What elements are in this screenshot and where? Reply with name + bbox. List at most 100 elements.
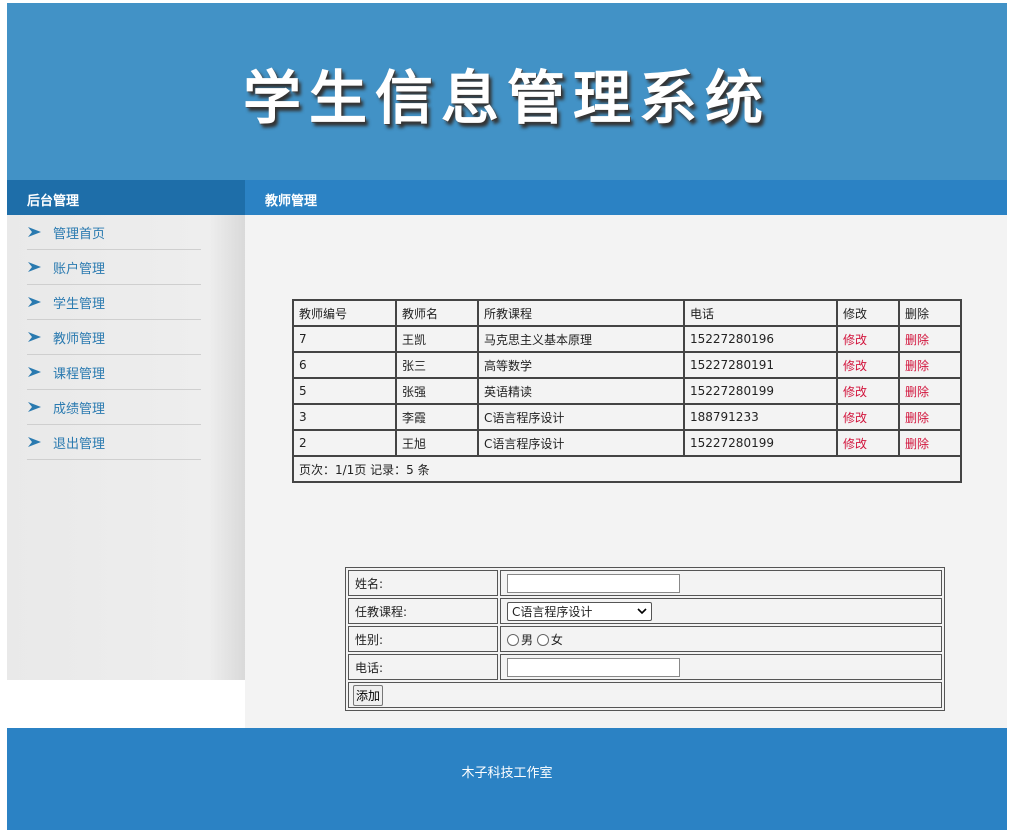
gender-label: 性别: [348, 626, 498, 652]
teacher-phone: 15227280199 [684, 378, 837, 404]
sidebar-heading: 后台管理 [27, 194, 80, 209]
form-row: 性别: 男 女 [348, 626, 942, 652]
phone-cell [500, 654, 942, 680]
pagination-row: 页次：1/1页 记录：5 条 [293, 456, 961, 482]
teacher-id: 5 [293, 378, 396, 404]
sidebar-heading-bar: 后台管理 [7, 180, 245, 215]
pagination-info: 页次：1/1页 记录：5 条 [293, 456, 961, 482]
main-heading-bar: 教师管理 [245, 180, 1007, 215]
add-teacher-form: 姓名: 任教课程: C语言程序设计 性别: 男 女 电话: 添加 [345, 567, 945, 711]
teacher-name: 张强 [396, 378, 478, 404]
gender-male-radio[interactable] [507, 634, 519, 646]
gender-female-radio[interactable] [536, 634, 549, 646]
arrow-right-icon [28, 227, 41, 237]
sidebar-item-logout[interactable]: 退出管理 [27, 425, 201, 460]
teacher-course: C语言程序设计 [478, 404, 684, 430]
arrow-right-icon [28, 262, 41, 272]
sidebar-item-home[interactable]: 管理首页 [27, 215, 201, 250]
edit-link[interactable]: 修改 [837, 352, 899, 378]
delete-link[interactable]: 删除 [899, 326, 961, 352]
course-selected-value: C语言程序设计 [512, 604, 593, 619]
main-content: 教师编号 教师名 所教课程 电话 修改 删除 7 王凯 马克思主义基本原理 15… [245, 215, 1007, 728]
name-label: 姓名: [348, 570, 498, 596]
sidebar: 管理首页 账户管理 学生管理 教师管理 课程管理 成绩管理 退出管理 [7, 215, 245, 680]
sidebar-item-students[interactable]: 学生管理 [27, 285, 201, 320]
teacher-id: 7 [293, 326, 396, 352]
site-title: 学生信息管理系统 [242, 64, 771, 132]
edit-link[interactable]: 修改 [837, 430, 899, 456]
sidebar-item-label: 课程管理 [53, 366, 106, 382]
sidebar-item-label: 账户管理 [53, 261, 106, 277]
column-header: 修改 [837, 300, 899, 326]
gender-female-label: 女 [550, 632, 563, 647]
sidebar-item-teachers[interactable]: 教师管理 [27, 320, 201, 355]
main-heading: 教师管理 [265, 194, 318, 209]
footer-text: 木子科技工作室 [461, 766, 553, 781]
table-header-row: 教师编号 教师名 所教课程 电话 修改 删除 [293, 300, 961, 326]
column-header: 教师编号 [293, 300, 396, 326]
column-header: 教师名 [396, 300, 478, 326]
sidebar-menu: 管理首页 账户管理 学生管理 教师管理 课程管理 成绩管理 退出管理 [27, 215, 201, 460]
teacher-name: 李霞 [396, 404, 478, 430]
footer: 木子科技工作室 [7, 728, 1007, 830]
gender-cell: 男 女 [500, 626, 942, 652]
sidebar-item-courses[interactable]: 课程管理 [27, 355, 201, 390]
teacher-course: 马克思主义基本原理 [478, 326, 684, 352]
name-cell [500, 570, 942, 596]
column-header: 电话 [684, 300, 837, 326]
teacher-name: 王凯 [396, 326, 478, 352]
name-input[interactable] [507, 573, 680, 593]
delete-link[interactable]: 删除 [899, 352, 961, 378]
table-row: 6 张三 高等数学 15227280191 修改 删除 [293, 352, 961, 378]
arrow-right-icon [28, 332, 41, 342]
teacher-name: 张三 [396, 352, 478, 378]
arrow-right-icon [28, 402, 41, 412]
column-header: 删除 [899, 300, 961, 326]
gender-male-label: 男 [521, 632, 534, 647]
course-label: 任教课程: [348, 598, 498, 624]
teacher-phone: 188791233 [684, 404, 837, 430]
arrow-right-icon [28, 367, 41, 377]
form-row: 任教课程: C语言程序设计 [348, 598, 942, 624]
teacher-table: 教师编号 教师名 所教课程 电话 修改 删除 7 王凯 马克思主义基本原理 15… [292, 299, 962, 483]
sidebar-item-label: 管理首页 [53, 226, 106, 242]
form-row: 添加 [348, 682, 942, 708]
sidebar-item-label: 教师管理 [53, 331, 106, 347]
teacher-name: 王旭 [396, 430, 478, 456]
form-row: 姓名: [348, 570, 942, 596]
sidebar-item-label: 退出管理 [53, 436, 106, 452]
teacher-phone: 15227280191 [684, 352, 837, 378]
form-row: 电话: [348, 654, 942, 680]
add-button[interactable]: 添加 [353, 684, 384, 706]
teacher-id: 6 [293, 352, 396, 378]
sidebar-item-label: 学生管理 [53, 296, 106, 312]
table-row: 5 张强 英语精读 15227280199 修改 删除 [293, 378, 961, 404]
teacher-phone: 15227280196 [684, 326, 837, 352]
column-header: 所教课程 [478, 300, 684, 326]
phone-input[interactable] [507, 657, 680, 677]
delete-link[interactable]: 删除 [899, 430, 961, 456]
chevron-down-icon [637, 607, 647, 614]
arrow-right-icon [28, 437, 41, 447]
course-cell: C语言程序设计 [500, 598, 942, 624]
delete-link[interactable]: 删除 [899, 404, 961, 430]
table-row: 3 李霞 C语言程序设计 188791233 修改 删除 [293, 404, 961, 430]
teacher-course: 高等数学 [478, 352, 684, 378]
teacher-course: 英语精读 [478, 378, 684, 404]
edit-link[interactable]: 修改 [837, 326, 899, 352]
course-select[interactable]: C语言程序设计 [507, 601, 652, 621]
edit-link[interactable]: 修改 [837, 404, 899, 430]
table-row: 7 王凯 马克思主义基本原理 15227280196 修改 删除 [293, 326, 961, 352]
header-banner: 学生信息管理系统 [7, 3, 1007, 180]
teacher-course: C语言程序设计 [478, 430, 684, 456]
teacher-id: 3 [293, 404, 396, 430]
arrow-right-icon [28, 297, 41, 307]
table-row: 2 王旭 C语言程序设计 15227280199 修改 删除 [293, 430, 961, 456]
sidebar-item-grades[interactable]: 成绩管理 [27, 390, 201, 425]
teacher-id: 2 [293, 430, 396, 456]
submit-cell: 添加 [348, 682, 942, 708]
sidebar-item-accounts[interactable]: 账户管理 [27, 250, 201, 285]
phone-label: 电话: [348, 654, 498, 680]
delete-link[interactable]: 删除 [899, 378, 961, 404]
edit-link[interactable]: 修改 [837, 378, 899, 404]
